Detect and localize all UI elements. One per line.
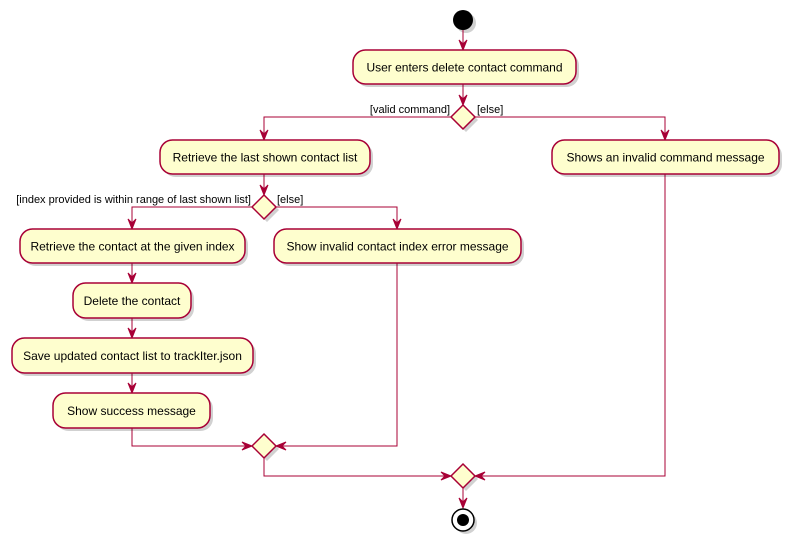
activity-retrieve-last-shown-list: Retrieve the last shown contact list xyxy=(159,139,373,177)
activity-user-enters-command: User enters delete contact command xyxy=(352,49,579,87)
activity-show-success-message: Show success message xyxy=(52,392,213,431)
guard-label-false: [else] xyxy=(277,194,303,206)
edge-a8-m2 xyxy=(475,174,666,477)
decision-valid-command: [valid command] [else] xyxy=(370,103,503,132)
activity-save-contact-list: Save updated contact list to trackIter.j… xyxy=(11,337,256,376)
edge-a4-m1 xyxy=(276,263,398,447)
activity-label: Retrieve the contact at the given index xyxy=(30,240,234,254)
activity-label: Delete the contact xyxy=(84,294,181,308)
activity-label: Retrieve the last shown contact list xyxy=(173,151,358,165)
edge-d2-a3 xyxy=(131,206,252,229)
activity-show-invalid-index-error: Show invalid contact index error message xyxy=(273,228,524,266)
activity-label: Save updated contact list to trackIter.j… xyxy=(23,349,242,363)
guard-label-true: [index provided is within range of last … xyxy=(16,194,251,206)
activity-delete-contact: Delete the contact xyxy=(72,282,194,321)
edge-d1-a8 xyxy=(475,116,666,140)
activity-diagram: User enters delete contact command Retri… xyxy=(11,10,782,534)
decision-index-in-range: [index provided is within range of last … xyxy=(16,193,303,222)
guard-label-false: [else] xyxy=(477,104,503,116)
merge-node-inner xyxy=(250,432,279,461)
edges xyxy=(127,30,670,510)
guard-label-true: [valid command] xyxy=(370,104,450,116)
end-node xyxy=(451,508,477,534)
activity-label: Show invalid contact index error message xyxy=(286,240,508,254)
edge-m1-m2 xyxy=(263,458,451,477)
merge-node-outer xyxy=(449,462,478,491)
edge-d1-a2 xyxy=(263,116,451,140)
activity-shows-invalid-command: Shows an invalid command message xyxy=(551,139,782,177)
activity-retrieve-contact-at-index: Retrieve the contact at the given index xyxy=(19,228,248,266)
activity-label: User enters delete contact command xyxy=(366,61,562,75)
start-node xyxy=(453,10,473,30)
activity-label: Shows an invalid command message xyxy=(566,151,764,165)
activity-label: Show success message xyxy=(67,404,196,418)
edge-d2-a4 xyxy=(276,206,398,229)
